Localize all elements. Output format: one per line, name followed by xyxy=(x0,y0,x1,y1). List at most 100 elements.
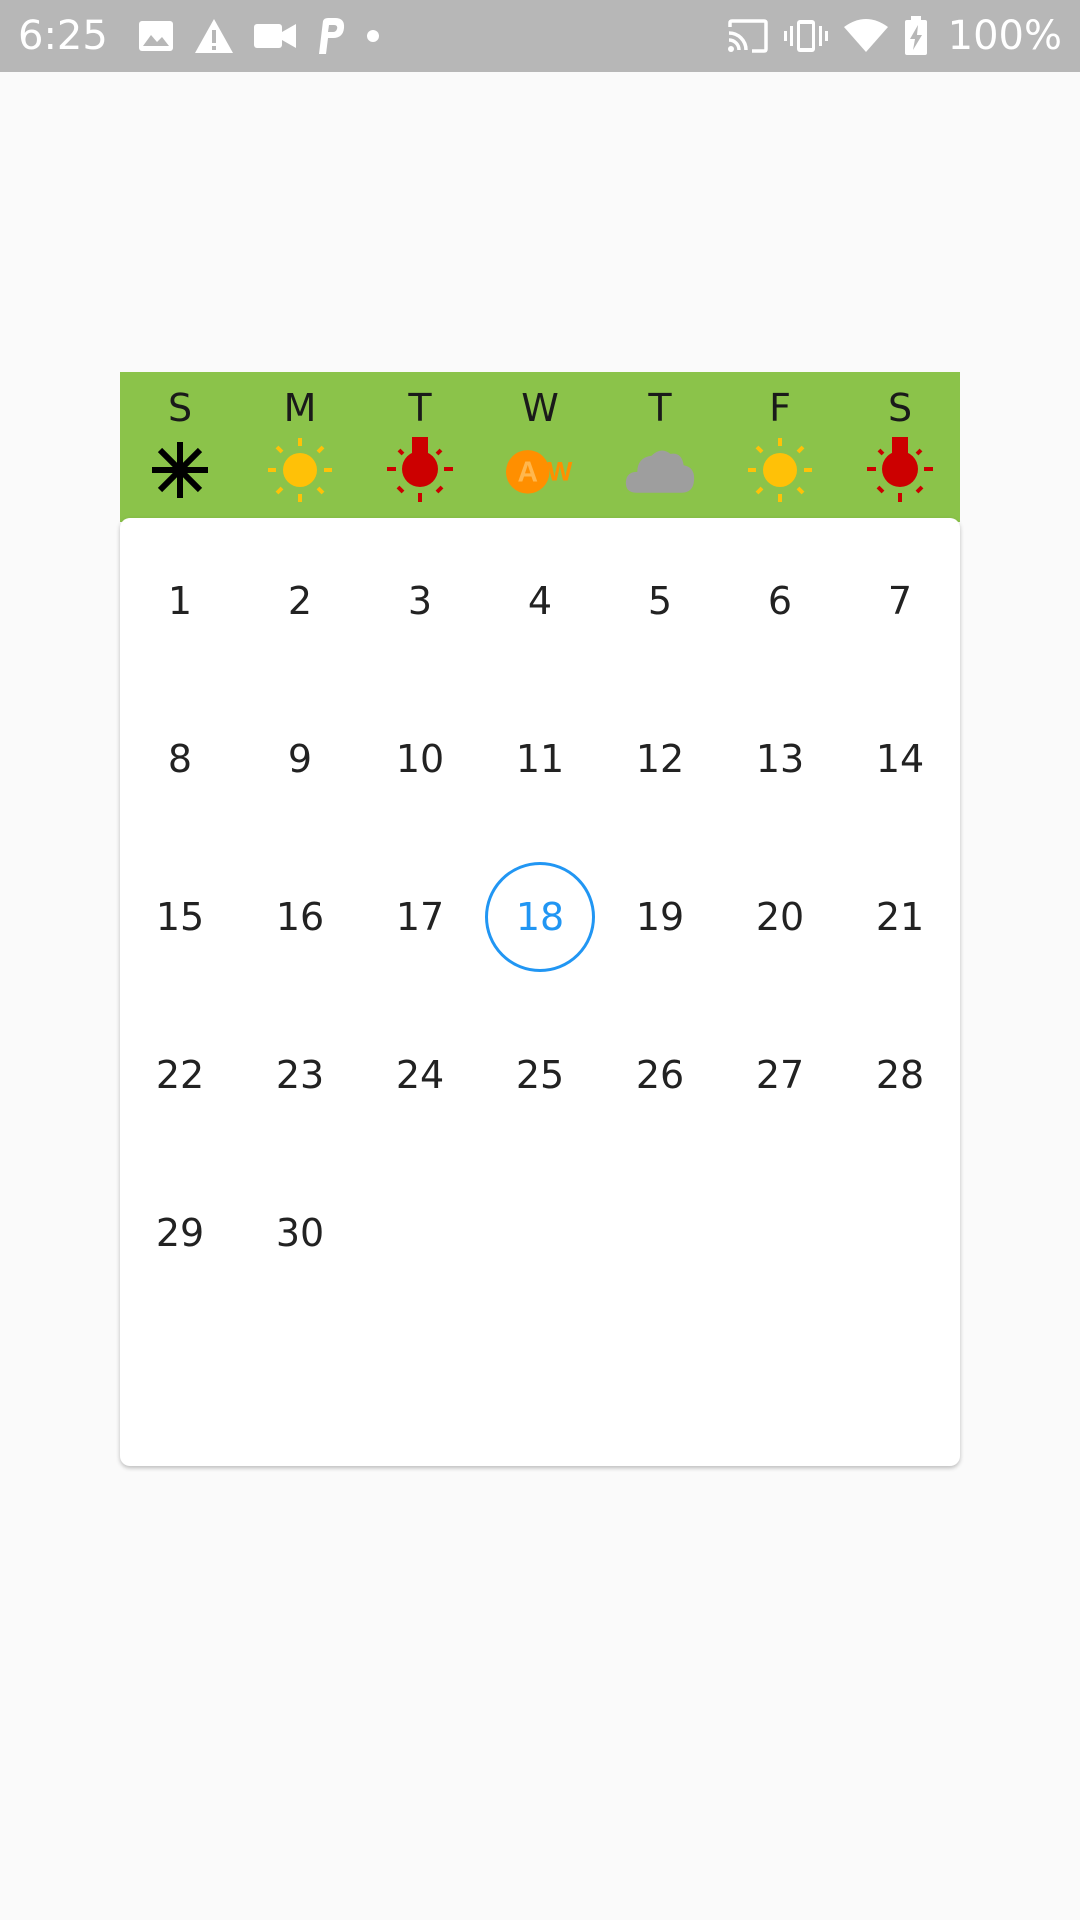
date-cell[interactable]: 28 xyxy=(840,996,960,1154)
date-label: 14 xyxy=(875,737,925,781)
date-label: 27 xyxy=(755,1053,805,1097)
date-cell[interactable]: 9 xyxy=(240,680,360,838)
status-time: 6:25 xyxy=(18,13,108,59)
date-cell[interactable]: 27 xyxy=(720,996,840,1154)
battery-charging-icon xyxy=(904,16,928,56)
month-grid: 1 2 3 4 5 6 7 8 9 10 11 12 13 14 15 16 17 18 19 20 21 22 23 24 2… xyxy=(120,518,960,1466)
date-cell[interactable]: 15 xyxy=(120,838,240,996)
weekday-letter: W xyxy=(521,386,559,430)
status-bar: 6:25 100% xyxy=(0,0,1080,72)
date-label: 16 xyxy=(275,895,325,939)
date-cell[interactable]: 14 xyxy=(840,680,960,838)
date-label: 18 xyxy=(485,862,595,972)
date-label: 26 xyxy=(635,1053,685,1097)
date-cell[interactable]: 25 xyxy=(480,996,600,1154)
date-label: 17 xyxy=(395,895,445,939)
weekday-column: M xyxy=(240,384,360,514)
battery-percent: 100% xyxy=(947,13,1062,59)
warning-icon xyxy=(194,18,234,54)
date-cell[interactable]: 4 xyxy=(480,522,600,680)
weekday-column: W A W xyxy=(480,384,600,514)
accuweather-logo-icon: A W xyxy=(505,438,575,502)
date-label: 24 xyxy=(395,1053,445,1097)
vibrate-icon xyxy=(783,18,828,54)
cast-icon xyxy=(726,19,768,53)
date-cell[interactable]: 16 xyxy=(240,838,360,996)
date-cell[interactable]: 21 xyxy=(840,838,960,996)
date-cell[interactable]: 24 xyxy=(360,996,480,1154)
weekday-letter: M xyxy=(283,386,317,430)
date-cell[interactable]: 23 xyxy=(240,996,360,1154)
date-cell[interactable]: 17 xyxy=(360,838,480,996)
date-cell[interactable]: 6 xyxy=(720,522,840,680)
date-label: 8 xyxy=(167,737,193,781)
parking-icon xyxy=(316,17,346,55)
date-label: 1 xyxy=(167,579,193,623)
weekday-column: T xyxy=(360,384,480,514)
weekday-header: S M T W A W T F S xyxy=(120,372,960,522)
date-cell[interactable]: 29 xyxy=(120,1154,240,1312)
weekday-letter: T xyxy=(648,386,672,430)
date-label: 2 xyxy=(287,579,313,623)
date-cell[interactable]: 1 xyxy=(120,522,240,680)
calendar: S M T W A W T F S 1 2 3 4 5 6 7 8 9 10 1… xyxy=(120,372,960,1466)
date-label: 11 xyxy=(515,737,565,781)
date-label: 12 xyxy=(635,737,685,781)
date-label: 19 xyxy=(635,895,685,939)
date-cell[interactable]: 10 xyxy=(360,680,480,838)
date-label: 29 xyxy=(155,1211,205,1255)
date-label: 22 xyxy=(155,1053,205,1097)
date-label: 15 xyxy=(155,895,205,939)
weekday-column: T xyxy=(600,384,720,514)
status-bar-right: 100% xyxy=(726,13,1062,59)
date-label: 30 xyxy=(275,1211,325,1255)
weekday-column: S xyxy=(840,384,960,514)
sun-icon xyxy=(265,438,335,502)
date-cell[interactable]: 8 xyxy=(120,680,240,838)
date-label: 7 xyxy=(887,579,913,623)
status-bar-left: 6:25 xyxy=(18,13,400,59)
date-cell[interactable]: 19 xyxy=(600,838,720,996)
date-label: 20 xyxy=(755,895,805,939)
date-label: 28 xyxy=(875,1053,925,1097)
weekday-letter: T xyxy=(408,386,432,430)
date-label: 6 xyxy=(767,579,793,623)
weekday-column: F xyxy=(720,384,840,514)
date-label: 9 xyxy=(287,737,313,781)
weather-logo-w: W xyxy=(547,456,572,486)
date-label: 25 xyxy=(515,1053,565,1097)
weekday-letter: S xyxy=(167,386,193,430)
date-label: 23 xyxy=(275,1053,325,1097)
weekday-column: S xyxy=(120,384,240,514)
sun-icon xyxy=(745,438,815,502)
weather-logo-a: A xyxy=(517,456,537,488)
snowflake-icon xyxy=(145,438,215,502)
date-cell[interactable]: 30 xyxy=(240,1154,360,1312)
date-cell[interactable]: 26 xyxy=(600,996,720,1154)
weekday-letter: S xyxy=(887,386,913,430)
wifi-icon xyxy=(843,19,888,53)
date-label: 21 xyxy=(875,895,925,939)
dot-icon xyxy=(366,29,380,43)
weekday-letter: F xyxy=(769,386,791,430)
date-label: 13 xyxy=(755,737,805,781)
date-cell[interactable]: 22 xyxy=(120,996,240,1154)
date-cell[interactable]: 7 xyxy=(840,522,960,680)
date-cell[interactable]: 13 xyxy=(720,680,840,838)
video-icon xyxy=(253,22,296,50)
hot-thermometer-icon xyxy=(385,437,455,502)
date-label: 3 xyxy=(407,579,433,623)
date-label: 10 xyxy=(395,737,445,781)
image-icon xyxy=(138,20,174,52)
date-cell[interactable]: 20 xyxy=(720,838,840,996)
date-cell[interactable]: 2 xyxy=(240,522,360,680)
date-cell[interactable]: 12 xyxy=(600,680,720,838)
date-cell[interactable]: 11 xyxy=(480,680,600,838)
cloud-icon xyxy=(625,438,695,502)
date-label: 5 xyxy=(647,579,673,623)
date-label: 4 xyxy=(527,579,553,623)
hot-thermometer-icon xyxy=(865,437,935,502)
date-cell[interactable]: 5 xyxy=(600,522,720,680)
date-cell-today[interactable]: 18 xyxy=(480,838,600,996)
date-cell[interactable]: 3 xyxy=(360,522,480,680)
